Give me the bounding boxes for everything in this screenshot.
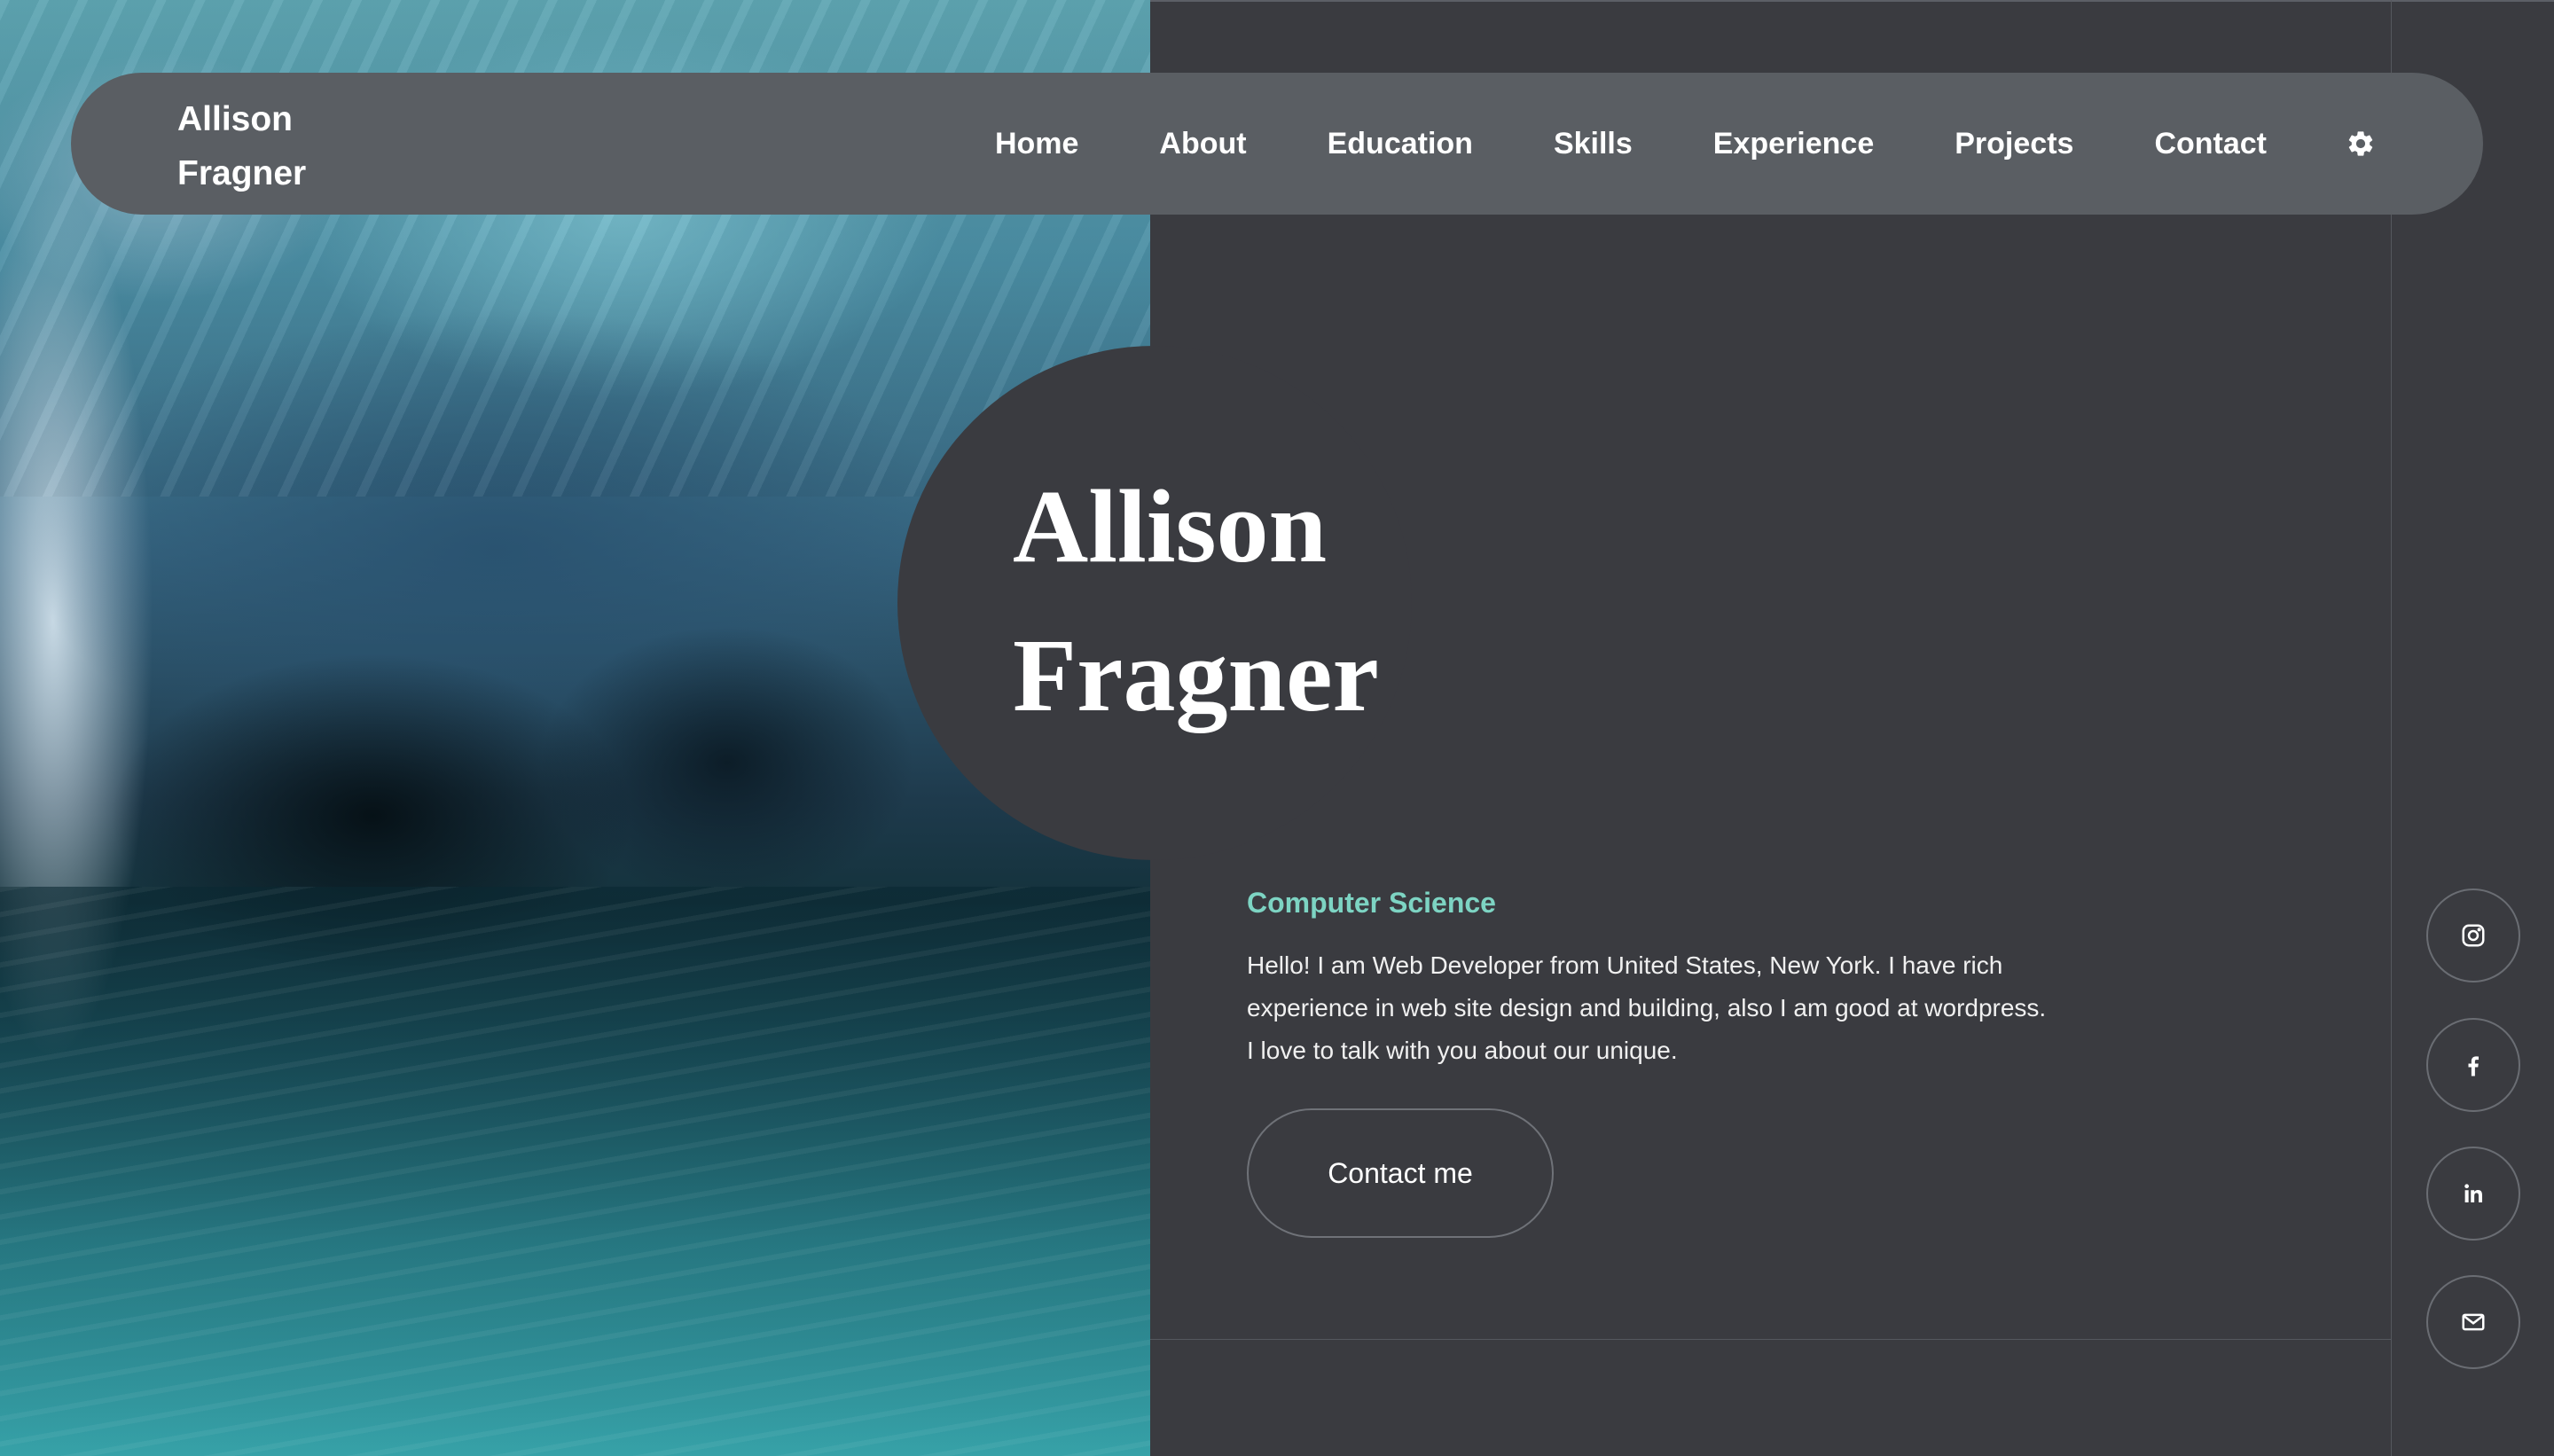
navbar: Allison Fragner Home About Education Ski… — [71, 73, 2483, 215]
nav-item-contact[interactable]: Contact — [2154, 127, 2267, 161]
nav-item-experience[interactable]: Experience — [1713, 127, 1874, 161]
brand-logo[interactable]: Allison Fragner — [177, 92, 390, 200]
email-icon — [2460, 1309, 2487, 1335]
nav-item-about[interactable]: About — [1159, 127, 1246, 161]
bottom-divider — [1150, 1339, 2391, 1340]
hero-name: Allison Fragner — [1013, 452, 1633, 750]
email-link[interactable] — [2426, 1275, 2520, 1369]
nav-item-skills[interactable]: Skills — [1554, 127, 1633, 161]
facebook-link[interactable] — [2426, 1018, 2520, 1112]
hero-subtitle: Computer Science — [1247, 887, 1496, 919]
nav-item-projects[interactable]: Projects — [1955, 127, 2073, 161]
instagram-link[interactable] — [2426, 888, 2520, 982]
page: Allison Fragner Home About Education Ski… — [0, 0, 2554, 1456]
nav-links: Home About Education Skills Experience P… — [995, 73, 2377, 215]
nav-item-education[interactable]: Education — [1328, 127, 1473, 161]
contact-me-button[interactable]: Contact me — [1247, 1108, 1554, 1238]
intro-line-2: experience in web site design and buildi… — [1247, 994, 2047, 1022]
hero-intro: Hello! I am Web Developer from United St… — [1247, 944, 2116, 1072]
hero-name-line-1: Allison — [1013, 468, 1328, 584]
brand-line-1: Allison — [177, 100, 294, 138]
vertical-divider — [2391, 0, 2392, 1456]
gear-icon[interactable] — [2345, 128, 2377, 160]
nav-item-home[interactable]: Home — [995, 127, 1078, 161]
hero-name-line-2: Fragner — [1013, 617, 1379, 733]
top-divider — [1150, 0, 2554, 2]
intro-line-1: Hello! I am Web Developer from United St… — [1247, 951, 2003, 979]
brand-line-2: Fragner — [177, 154, 307, 192]
facebook-icon — [2460, 1052, 2487, 1078]
linkedin-icon — [2460, 1180, 2487, 1207]
intro-line-3: I love to talk with you about our unique… — [1247, 1037, 1678, 1064]
linkedin-link[interactable] — [2426, 1147, 2520, 1241]
instagram-icon — [2460, 922, 2487, 949]
